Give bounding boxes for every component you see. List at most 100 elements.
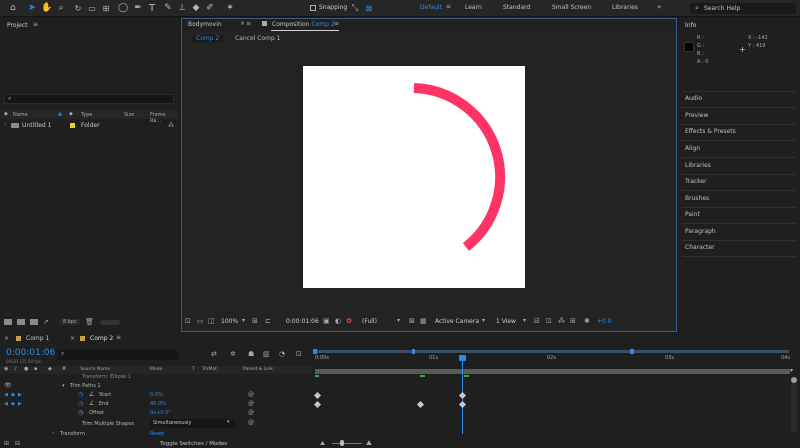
interpret-footage-icon[interactable] (4, 319, 12, 325)
project-scrollbar[interactable] (100, 320, 120, 325)
always-preview-icon[interactable]: ⊡ (185, 317, 191, 325)
expand-layer-icon[interactable]: ⊞ (4, 440, 9, 447)
panel-effects-presets[interactable]: Effects & Presets (685, 128, 736, 135)
timeline-tab-comp-2[interactable]: Comp 2 (90, 335, 113, 342)
brush-tool-icon[interactable]: ✎ (162, 2, 174, 14)
row-offset-value[interactable]: 0x+0.0° (150, 410, 171, 416)
end-keyframe-current[interactable] (458, 400, 467, 409)
col-type[interactable]: Type (81, 112, 92, 118)
col-mode[interactable]: Mode (150, 367, 162, 372)
eraser-tool-icon[interactable]: ◆ (190, 2, 202, 14)
comp-mini-flowchart-icon[interactable]: ⇄ (211, 350, 217, 358)
color-channel-icon[interactable]: ✿ (346, 317, 352, 325)
flowchart-icon[interactable]: ⁂ (168, 122, 174, 129)
frame-blending-icon[interactable]: ▥ (263, 350, 270, 358)
close-tab-icon[interactable]: × (4, 335, 9, 342)
playhead-handle[interactable] (459, 355, 466, 361)
hand-tool-icon[interactable]: ✋ (41, 2, 53, 14)
workspace-small-screen[interactable]: Small Screen (552, 4, 591, 11)
pickwhip-icon[interactable]: @ (248, 400, 254, 407)
transparency-grid-icon[interactable]: ▦ (420, 317, 427, 325)
mask-visibility-icon[interactable]: ◫ (208, 317, 215, 325)
chevron-down-icon[interactable]: ▾ (242, 317, 245, 324)
panel-align[interactable]: Align (685, 145, 700, 152)
zoom-tool-icon[interactable]: ⌕ (55, 2, 67, 14)
stopwatch-icon[interactable]: ◷ (78, 391, 83, 398)
reset-exposure-icon[interactable]: ✺ (584, 317, 590, 325)
panel-brushes[interactable]: Brushes (685, 195, 709, 202)
graph-icon[interactable]: ∠ (89, 400, 94, 407)
col-t[interactable]: T (192, 367, 195, 372)
end-keyframe-0[interactable] (313, 400, 322, 409)
trim-multiple-dropdown[interactable]: Simultaneously ▾ (150, 419, 235, 428)
toggle-switches-modes[interactable]: Toggle Switches / Modes (160, 441, 227, 447)
timeline-timecode[interactable]: 0:00:01:06 (6, 348, 55, 358)
work-area-marker[interactable] (412, 349, 415, 354)
zoom-slider[interactable] (332, 443, 362, 444)
monitor-icon[interactable]: ▭ (197, 317, 204, 325)
timeline-search-field[interactable]: ⌕ (58, 350, 178, 360)
panel-preview[interactable]: Preview (685, 112, 708, 119)
3d-draft-icon[interactable]: ⊡ (546, 317, 552, 325)
draft-3d-icon[interactable]: ✲ (230, 350, 236, 358)
pickwhip-icon[interactable]: @ (248, 391, 254, 398)
viewer-timecode[interactable]: 0:00:01:06 (286, 318, 319, 325)
timeline-icon[interactable]: ⊞ (570, 317, 576, 325)
twirl-right-icon[interactable]: › (52, 430, 54, 436)
region-of-interest-icon[interactable]: ⊏ (265, 317, 271, 325)
col-trkmat[interactable]: TrkMat (202, 367, 217, 372)
panel-menu-icon[interactable]: ≡ (246, 20, 251, 27)
panel-libraries[interactable]: Libraries (685, 162, 711, 169)
snap-option-icon[interactable]: ⤡ (350, 2, 360, 14)
row-start-value[interactable]: 0.0% (150, 392, 163, 398)
work-area-end-handle[interactable] (630, 349, 634, 354)
zoom-slider-thumb[interactable] (340, 440, 344, 446)
prev-keyframe-icon[interactable]: ◀ (4, 401, 8, 407)
project-search-field[interactable]: ⌕ (4, 94, 174, 104)
camera-tool-icon[interactable]: ▭ (86, 2, 98, 14)
row-transform-reset[interactable]: Reset (150, 431, 164, 437)
type-tool-icon[interactable]: T (146, 2, 158, 14)
timeline-scrollbar[interactable] (791, 377, 797, 433)
snapshot-icon[interactable]: ▣ (323, 317, 330, 325)
sort-icon[interactable]: ▲ (58, 111, 62, 117)
panel-tracker[interactable]: Tracker (685, 178, 707, 185)
workspace-libraries[interactable]: Libraries (612, 4, 638, 11)
workspace-learn[interactable]: Learn (465, 4, 482, 11)
new-comp-icon[interactable] (30, 319, 38, 325)
row-trim-paths[interactable]: Trim Paths 1 (70, 383, 101, 389)
project-item-row[interactable]: › Untitled 1 Folder ⁂ (0, 121, 178, 130)
expand-arrow-icon[interactable]: › (4, 122, 6, 128)
selection-tool-icon[interactable]: ➤ (26, 2, 38, 14)
work-area-bar[interactable] (315, 350, 789, 353)
pickwhip-icon[interactable]: @ (248, 409, 254, 416)
prev-keyframe-icon[interactable]: ◀ (4, 392, 8, 398)
tab-composition[interactable]: Composition Comp 2 (272, 21, 335, 28)
stopwatch-icon[interactable]: ◷ (78, 409, 83, 416)
fast-previews-icon[interactable]: ⊠ (409, 317, 415, 325)
next-keyframe-icon[interactable]: ▶ (18, 392, 22, 398)
timeline-nav-end-icon[interactable]: ▾ (790, 367, 793, 374)
workspace-default[interactable]: Default (420, 4, 442, 11)
shy-layers-icon[interactable]: ☗ (248, 350, 254, 358)
twirl-down-icon[interactable]: ▾ (62, 383, 65, 389)
zoom-out-icon[interactable]: ⛰ (320, 440, 325, 448)
graph-editor-icon[interactable]: ⊡ (296, 350, 302, 358)
row-transform-label[interactable]: Transform (60, 431, 85, 437)
snap-grid-icon[interactable]: ⊠ (364, 2, 374, 14)
trash-icon[interactable]: 🗑 (85, 318, 94, 326)
show-snapshot-icon[interactable]: ◐ (335, 317, 341, 325)
clone-stamp-icon[interactable]: ⊥ (176, 2, 188, 14)
label-column-icon[interactable]: ◆ (4, 111, 8, 117)
label-column-icon[interactable]: ◆ (48, 366, 52, 372)
new-folder-icon[interactable] (17, 319, 25, 325)
panel-paragraph[interactable]: Paragraph (685, 228, 716, 235)
stopwatch-icon[interactable]: ◷ (78, 400, 83, 407)
panel-audio[interactable]: Audio (685, 95, 702, 102)
workspace-menu-icon[interactable]: ≡ (446, 3, 451, 10)
keyframe-diamond-icon[interactable]: ◆ (11, 401, 15, 407)
breadcrumb-comp-2[interactable]: Comp 2 (192, 35, 224, 42)
col-name[interactable]: Name (13, 112, 28, 118)
orbit-tool-icon[interactable]: ↻ (72, 2, 84, 14)
pen-tool-icon[interactable]: ✒ (132, 2, 144, 14)
